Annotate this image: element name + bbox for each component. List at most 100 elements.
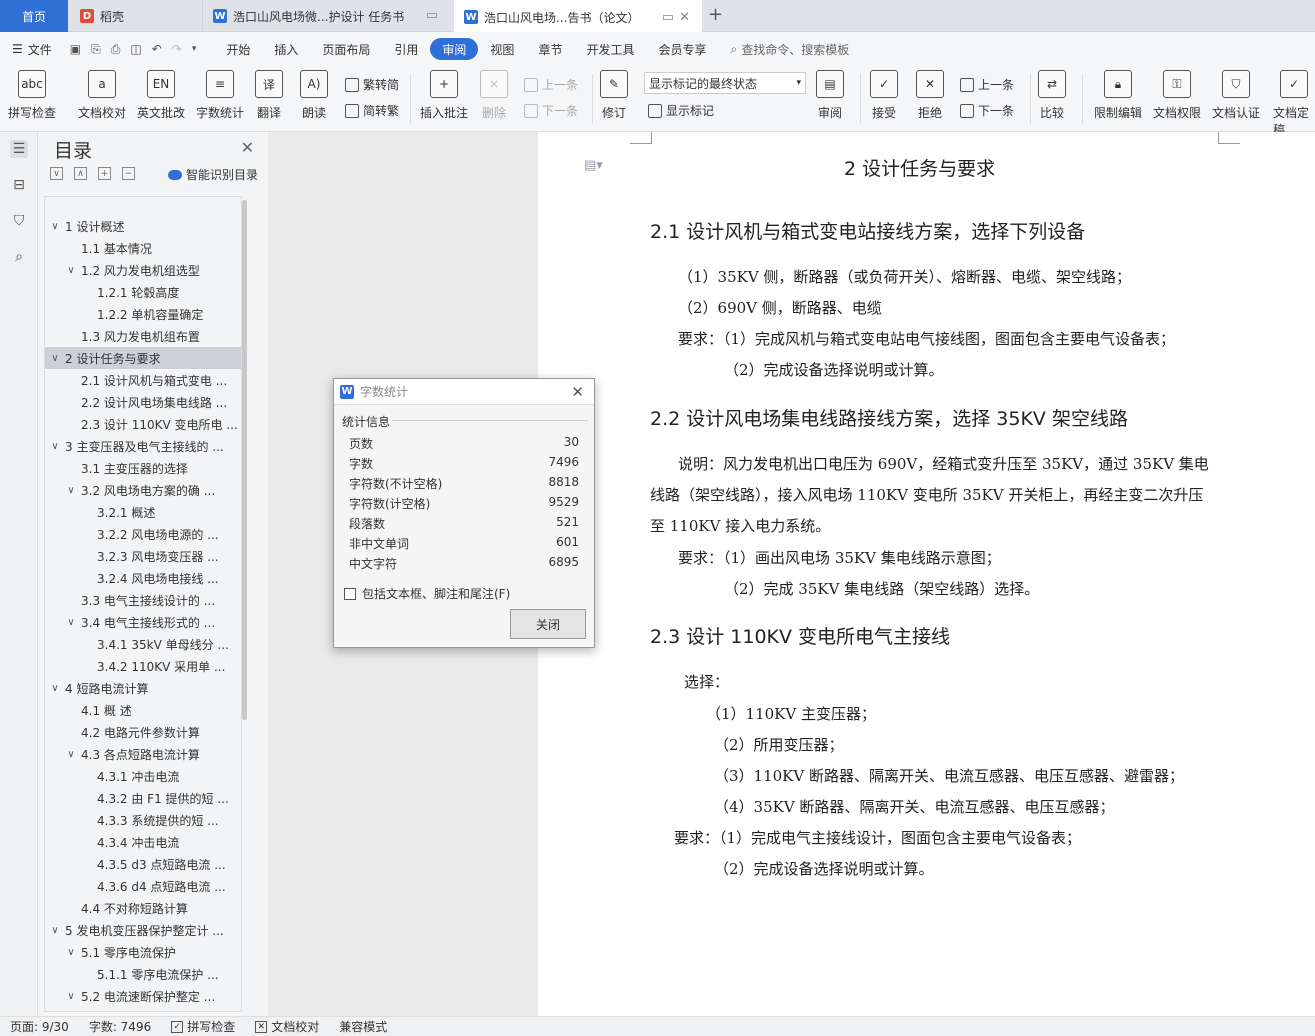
toc-item[interactable]: 3.2.2 风电场电源的 ... — [45, 523, 241, 545]
add-heading-icon[interactable]: + — [98, 167, 111, 180]
document-page[interactable]: ▤▾ 2 设计任务与要求 2.1 设计风机与箱式变电站接线方案，选择下列设备 （… — [538, 132, 1315, 1016]
toc-item[interactable]: 4.4 不对称短路计算 — [45, 897, 241, 919]
include-textbox-checkbox[interactable]: 包括文本框、脚注和尾注(F) — [344, 585, 510, 602]
monitor-icon[interactable]: ▭ — [662, 10, 674, 25]
toc-caret-icon[interactable]: ∨ — [65, 991, 77, 1002]
show-markup-button[interactable]: 显示标记 — [648, 102, 714, 119]
spell-check-button[interactable]: abc 拼写检查 — [8, 70, 56, 121]
toc-caret-icon[interactable]: ∨ — [65, 617, 77, 628]
trad-to-simp-button[interactable]: 繁转简 — [345, 76, 399, 93]
search-icon[interactable]: ⌕ — [10, 248, 28, 266]
toc-item[interactable]: ∨ 1 设计概述 — [45, 215, 241, 237]
toc-item[interactable]: ∨ 3.4 电气主接线形式的 ... — [45, 611, 241, 633]
file-menu[interactable]: ☰ 文件 — [0, 38, 64, 60]
toc-item[interactable]: 3.3 电气主接线设计的 ... — [45, 589, 241, 611]
tab-document-1[interactable]: W 浩口山风电场微...护设计 任务书 ▭ — [202, 0, 450, 32]
menu-tab-4[interactable]: 审阅 — [430, 38, 479, 60]
word-count-indicator[interactable]: 字数: 7496 — [79, 1018, 161, 1035]
save-icon[interactable]: ▣ — [70, 42, 81, 56]
toc-item[interactable]: 2.1 设计风机与箱式变电 ... — [45, 369, 241, 391]
chevron-down-icon[interactable]: ▾ — [192, 44, 197, 54]
insert-comment-button[interactable]: + 插入批注 — [420, 70, 468, 121]
bookmark-icon[interactable]: ⛉ — [10, 212, 28, 230]
toc-caret-icon[interactable]: ∨ — [65, 265, 77, 276]
prev-comment-button[interactable]: 上一条 — [524, 76, 578, 93]
toc-item[interactable]: ∨ 2 设计任务与要求 — [45, 347, 241, 369]
toc-item[interactable]: 1.3 风力发电机组布置 — [45, 325, 241, 347]
doc-final-button[interactable]: ✓ 文档定稿 — [1273, 70, 1315, 138]
toc-item[interactable]: 3.4.1 35kV 单母线分 ... — [45, 633, 241, 655]
toc-item[interactable]: 4.1 概 述 — [45, 699, 241, 721]
accept-button[interactable]: ✓ 接受 — [870, 70, 898, 121]
spell-check-toggle[interactable]: ✓ 拼写检查 — [161, 1018, 245, 1035]
close-icon[interactable]: ✕ — [571, 383, 584, 401]
next-change-button[interactable]: 下一条 — [960, 102, 1014, 119]
toc-item[interactable]: 4.3.2 由 F1 提供的短 ... — [45, 787, 241, 809]
tab-home[interactable]: 首页 — [0, 0, 68, 32]
toc-item[interactable]: ∨ 3.2 风电场电方案的确 ... — [45, 479, 241, 501]
toc-item[interactable]: 3.4.2 110KV 采用单 ... — [45, 655, 241, 677]
toc-item[interactable]: ∨ 4.3 各点短路电流计算 — [45, 743, 241, 765]
toc-caret-icon[interactable]: ∨ — [65, 485, 77, 496]
toc-item[interactable]: 3.2.4 风电场电接线 ... — [45, 567, 241, 589]
tab-document-2[interactable]: W 浩口山风电场...告书（论文） ▭ ✕ — [454, 0, 702, 32]
new-tab-button[interactable]: + — [708, 4, 723, 25]
toc-item[interactable]: 3.2.1 概述 — [45, 501, 241, 523]
toc-item[interactable]: 1.2.2 单机容量确定 — [45, 303, 241, 325]
toc-caret-icon[interactable]: ∨ — [65, 749, 77, 760]
dialog-titlebar[interactable]: W 字数统计 — [334, 379, 594, 405]
toc-panel-icon[interactable]: ☰ — [10, 140, 28, 158]
close-button[interactable]: 关闭 — [510, 609, 586, 639]
toc-item[interactable]: 2.2 设计风电场集电线路 ... — [45, 391, 241, 413]
toc-item[interactable]: 4.3.4 冲击电流 — [45, 831, 241, 853]
toc-item[interactable]: ∨ 4 短路电流计算 — [45, 677, 241, 699]
doc-proof-toggle[interactable]: ✕ 文档校对 — [245, 1018, 329, 1035]
toc-item[interactable]: ∨ 5.2 电流速断保护整定 ... — [45, 985, 241, 1007]
toc-item[interactable]: 4.3.6 d4 点短路电流 ... — [45, 875, 241, 897]
translate-button[interactable]: 译翻译 — [255, 70, 283, 121]
toc-item[interactable]: 1.1 基本情况 — [45, 237, 241, 259]
close-tab-icon[interactable]: ✕ — [679, 10, 690, 25]
simp-to-trad-button[interactable]: 简转繁 — [345, 102, 399, 119]
close-icon[interactable]: ✕ — [241, 138, 254, 157]
reject-button[interactable]: ✕ 拒绝 — [916, 70, 944, 121]
markup-state-select[interactable]: 显示标记的最终状态 ▾ — [644, 72, 806, 94]
smart-toc-button[interactable]: 智能识别目录 — [168, 166, 258, 183]
track-changes-button[interactable]: ✎ 修订 — [600, 70, 628, 121]
menu-tab-3[interactable]: 引用 — [382, 38, 430, 60]
undo-icon[interactable]: ↶ — [152, 42, 162, 56]
toc-caret-icon[interactable]: ∨ — [49, 683, 61, 694]
english-correct-button[interactable]: EN 英文批改 — [137, 70, 185, 121]
redo-icon[interactable]: ↷ — [172, 42, 182, 56]
collapse-all-icon[interactable]: ∧ — [74, 167, 87, 180]
paragraph-options-icon[interactable]: ▤▾ — [584, 158, 603, 173]
toc-item[interactable]: 4.3.3 系统提供的短 ... — [45, 809, 241, 831]
menu-tab-5[interactable]: 视图 — [478, 38, 526, 60]
toc-caret-icon[interactable]: ∨ — [49, 353, 61, 364]
doc-permission-button[interactable]: ⚿ 文档权限 — [1153, 70, 1201, 121]
toc-scrollbar[interactable] — [242, 200, 247, 720]
export-icon[interactable]: ⎘ — [91, 42, 101, 57]
toc-item[interactable]: ∨ 5.1 零序电流保护 — [45, 941, 241, 963]
toc-item[interactable]: 4.2 电路元件参数计算 — [45, 721, 241, 743]
toc-item[interactable]: ∨ 5 发电机变压器保护整定计 ... — [45, 919, 241, 941]
print-icon[interactable]: ⎙ — [111, 42, 121, 57]
remove-heading-icon[interactable]: − — [122, 167, 135, 180]
read-aloud-button[interactable]: A) 朗读 — [300, 70, 328, 121]
toc-item[interactable]: ∨ 3 主变压器及电气主接线的 ... — [45, 435, 241, 457]
menu-tab-2[interactable]: 页面布局 — [310, 38, 382, 60]
toc-item[interactable]: 3.2.3 风电场变压器 ... — [45, 545, 241, 567]
tab-daoke[interactable]: D 稻壳 — [70, 0, 198, 32]
next-comment-button[interactable]: 下一条 — [524, 102, 578, 119]
command-search[interactable]: ⌕ 查找命令、搜索模板 — [718, 38, 861, 60]
toc-item[interactable]: 3.1 主变压器的选择 — [45, 457, 241, 479]
toc-caret-icon[interactable]: ∨ — [65, 947, 77, 958]
toc-item[interactable]: ∨ 1.2 风力发电机组选型 — [45, 259, 241, 281]
page-indicator[interactable]: 页面: 9/30 — [0, 1018, 79, 1035]
toc-item[interactable]: 5.1.1 零序电流保护 ... — [45, 963, 241, 985]
toc-caret-icon[interactable]: ∨ — [49, 221, 61, 232]
word-count-button[interactable]: ≡ 字数统计 — [196, 70, 244, 121]
toc-item[interactable]: 2.3 设计 110KV 变电所电 ... — [45, 413, 241, 435]
doc-proof-button[interactable]: a 文档校对 — [78, 70, 126, 121]
toc-caret-icon[interactable]: ∨ — [49, 925, 61, 936]
